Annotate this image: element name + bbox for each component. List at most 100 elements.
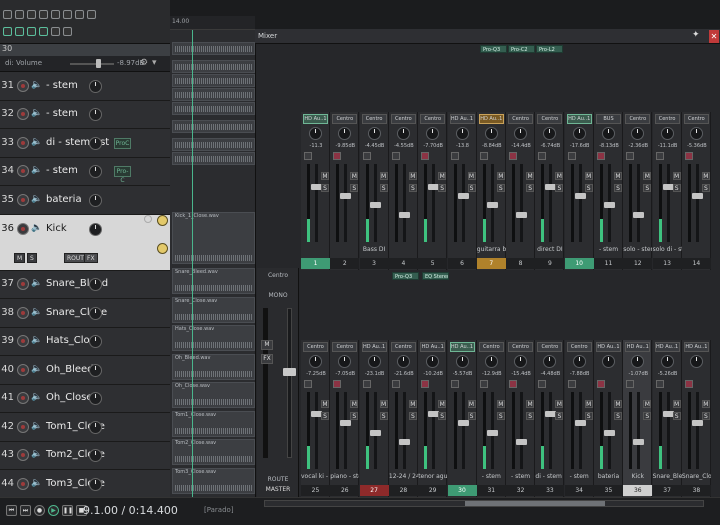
track-name[interactable]: - stem — [46, 165, 78, 176]
solo-button[interactable]: S — [350, 412, 359, 420]
record-arm-button[interactable] — [479, 152, 488, 160]
input-selector[interactable]: HD Au..1 — [478, 114, 504, 124]
mute-button[interactable]: M — [526, 400, 535, 408]
fader-handle[interactable] — [633, 438, 645, 445]
input-selector[interactable]: HD Au..1 — [596, 342, 621, 352]
fader-handle[interactable] — [457, 420, 469, 427]
speaker-icon[interactable]: 🔈 — [31, 335, 42, 345]
mute-button[interactable]: M — [701, 400, 710, 408]
record-arm-button[interactable] — [684, 380, 693, 388]
media-item[interactable] — [172, 74, 255, 87]
track-header[interactable]: 41 🔈 Oh_Close — [0, 384, 170, 413]
solo-button[interactable]: S — [614, 184, 622, 192]
channel-number[interactable]: 35 — [594, 485, 623, 496]
fader-handle[interactable] — [633, 211, 645, 218]
record-arm-button[interactable] — [17, 335, 29, 348]
speaker-icon[interactable]: 🔈 — [31, 223, 42, 233]
pan-knob[interactable] — [89, 165, 102, 179]
pan-knob[interactable] — [338, 127, 352, 140]
mute-button[interactable]: M — [379, 172, 388, 180]
input-selector[interactable]: Centro — [303, 342, 328, 352]
channel-number[interactable]: 13 — [652, 258, 682, 269]
mute-button[interactable]: M — [467, 400, 476, 408]
redo-icon[interactable] — [75, 10, 84, 19]
fader-handle[interactable] — [486, 202, 498, 209]
info-icon[interactable] — [51, 10, 60, 19]
track-header[interactable]: 40 🔈 Oh_Bleed — [0, 356, 170, 385]
volume-fader[interactable] — [344, 164, 348, 242]
pan-knob[interactable] — [631, 355, 645, 368]
fx-button[interactable]: FX — [84, 252, 98, 263]
solo-button[interactable]: S — [672, 412, 681, 420]
mute-button[interactable]: M — [614, 400, 622, 408]
record-arm-button[interactable] — [17, 392, 29, 405]
media-item[interactable] — [172, 60, 255, 73]
record-arm-button[interactable] — [597, 380, 605, 388]
record-arm-button[interactable] — [567, 152, 576, 160]
solo-button[interactable]: S — [643, 184, 652, 192]
fader-handle[interactable] — [574, 420, 586, 427]
channel-number[interactable]: 3 — [359, 258, 389, 269]
mute-button[interactable]: M — [408, 400, 417, 408]
solo-button[interactable]: S — [467, 412, 476, 420]
channel-number[interactable]: 9 — [535, 258, 565, 269]
mute-button[interactable]: M — [555, 400, 564, 408]
solo-button[interactable]: S — [496, 412, 505, 420]
record-arm-button[interactable] — [304, 380, 312, 388]
track-header[interactable]: 34 🔈 - stem Pro-C — [0, 157, 170, 186]
volume-fader[interactable] — [695, 164, 699, 242]
input-selector[interactable]: Centro — [332, 114, 358, 124]
speaker-icon[interactable]: 🔈 — [31, 421, 42, 431]
input-selector[interactable]: Centro — [420, 114, 446, 124]
solo-button[interactable]: S — [321, 184, 329, 192]
mute-button[interactable]: M — [496, 172, 505, 180]
record-arm-button[interactable] — [626, 152, 635, 160]
timeline-ruler[interactable]: 14.00 — [170, 16, 255, 30]
master-fx-button[interactable]: FX — [261, 354, 273, 364]
track-header[interactable]: 44 🔈 Tom3_Close — [0, 470, 170, 499]
fx-insert-tag[interactable]: Pro-C — [114, 166, 131, 184]
new-project-icon[interactable] — [3, 10, 12, 19]
volume-fader[interactable] — [432, 392, 436, 469]
fader-handle[interactable] — [398, 438, 410, 445]
volume-fader[interactable] — [637, 392, 641, 469]
chevron-down-icon[interactable]: ▾ — [152, 58, 157, 68]
pan-knob[interactable] — [89, 108, 102, 122]
record-arm-button[interactable] — [17, 136, 29, 149]
record-arm-button[interactable] — [450, 380, 459, 388]
solo-button[interactable]: S — [584, 184, 593, 192]
volume-fader[interactable] — [578, 392, 582, 469]
pan-knob[interactable] — [572, 127, 586, 140]
pan-knob[interactable] — [484, 355, 498, 368]
speaker-icon[interactable]: 🔈 — [31, 307, 42, 317]
media-item[interactable] — [172, 42, 255, 55]
channel-number[interactable]: 37 — [652, 485, 682, 496]
pan-knob[interactable] — [572, 355, 586, 368]
playhead-cursor[interactable] — [192, 30, 193, 497]
volume-fader[interactable] — [578, 164, 582, 242]
pan-knob[interactable] — [455, 355, 469, 368]
mute-button[interactable]: M — [321, 400, 329, 408]
channel-number[interactable]: 33 — [535, 485, 565, 496]
input-selector[interactable]: HD Au..1 — [683, 342, 709, 352]
fader-handle[interactable] — [398, 211, 410, 218]
volume-fader[interactable] — [637, 164, 641, 242]
speaker-icon[interactable]: 🔈 — [31, 80, 42, 90]
solo-button[interactable]: S — [614, 412, 622, 420]
play-button[interactable]: ▶ — [48, 505, 59, 516]
channel-number[interactable]: 38 — [681, 485, 711, 496]
mute-button[interactable]: M — [379, 400, 388, 408]
channel-name[interactable]: solo - stem — [623, 246, 652, 253]
channel-number[interactable]: 1 — [301, 258, 330, 269]
undo-icon[interactable] — [63, 10, 72, 19]
speaker-icon[interactable]: 🔈 — [31, 165, 42, 175]
fx-insert-slot[interactable]: Pro-Q3 — [480, 45, 507, 53]
solo-button[interactable]: S — [555, 184, 564, 192]
solo-button[interactable]: S — [438, 184, 447, 192]
record-arm-button[interactable] — [17, 79, 29, 92]
solo-button[interactable]: S — [701, 412, 710, 420]
go-to-end-icon[interactable]: ⏭ — [20, 505, 31, 516]
channel-number[interactable]: 12 — [623, 258, 653, 269]
input-selector[interactable]: Centro — [566, 342, 592, 352]
channel-name[interactable]: direct DI — [535, 246, 564, 253]
